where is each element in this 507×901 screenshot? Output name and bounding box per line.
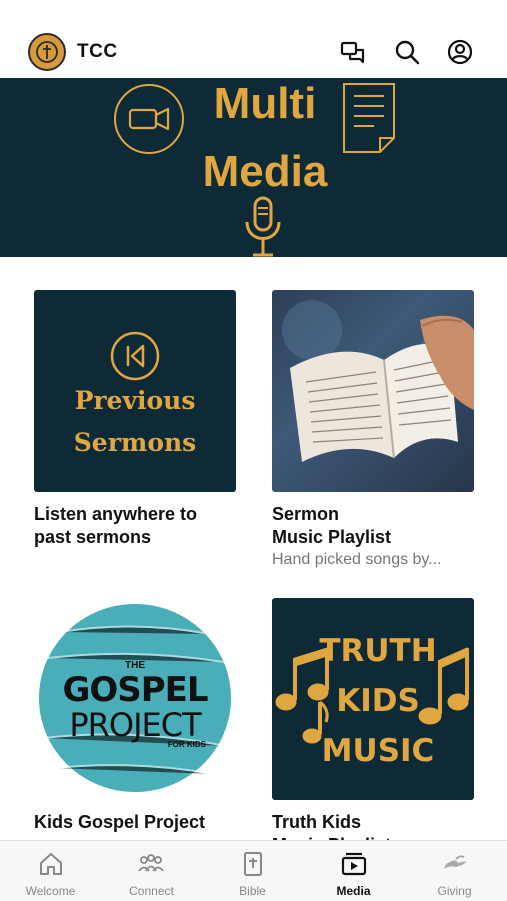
people-icon [138,854,164,872]
giving-icon [444,855,466,869]
sermon-music-playlist-card[interactable]: Sermon Music Playlist Hand picked songs … [272,290,474,571]
thumb-line1: TRUTH [319,633,437,669]
tab-connect[interactable]: Connect [101,841,202,901]
search-icon[interactable] [393,38,421,66]
banner-title-line1: Multi [213,79,317,128]
thumb-line1: Previous [74,386,196,415]
thumb-line2: KIDS [336,683,420,719]
app-header: TCC [0,0,507,78]
logo-line1: GOSPEL [62,670,208,710]
video-camera-icon [114,84,184,154]
cross-icon [36,41,58,63]
truth-kids-thumbnail: TRUTH KIDS MUSIC [272,598,474,800]
rewind-icon [110,331,160,381]
document-icon [343,83,395,153]
tab-media[interactable]: Media [303,841,404,901]
open-bible-image [282,300,474,462]
tab-welcome[interactable]: Welcome [0,841,101,901]
card-title: Listen anywhere to past sermons [34,504,198,547]
tab-giving[interactable]: Giving [404,841,505,901]
church-logo[interactable] [28,33,66,71]
bible-photo-thumbnail [272,290,474,492]
thumb-line2: Sermons [73,428,197,457]
tab-bible[interactable]: Bible [202,841,303,901]
multimedia-banner: Multi Media [0,78,507,257]
previous-sermons-text: Previous Sermons [34,380,236,464]
home-icon [40,853,62,875]
tab-label: Media [336,884,371,898]
title-line1: Truth Kids [272,812,361,832]
tab-label: Welcome [25,884,76,898]
profile-icon[interactable] [446,38,474,66]
previous-sermons-card[interactable]: Previous Sermons Listen anywhere to past… [34,290,236,549]
truth-kids-text: TRUTH KIDS MUSIC [312,626,444,776]
banner-title-line2: Media [202,147,328,196]
kids-gospel-project-card[interactable]: THE GOSPEL PROJECT FOR KIDS Kids Gospel … [34,598,236,834]
previous-sermons-thumbnail: Previous Sermons [34,290,236,492]
truth-kids-music-card[interactable]: TRUTH KIDS MUSIC Truth Kids Music Playli… [272,598,474,857]
media-icon [341,852,367,876]
tab-label: Giving [437,884,472,898]
card-title: Sermon Music Playlist [272,503,474,549]
card-subtitle: Hand picked songs by... [272,551,442,568]
card-title: Kids Gospel Project [34,812,206,832]
microphone-icon [245,196,281,257]
tab-label: Bible [239,884,266,898]
title-line1: Sermon [272,504,340,524]
bible-icon [244,852,262,876]
gospel-project-thumbnail: THE GOSPEL PROJECT FOR KIDS [34,598,236,800]
thumb-line3: MUSIC [321,733,435,769]
bottom-tab-bar: Welcome Connect Bible Media Giving [0,840,507,901]
app-title: TCC [77,41,118,62]
chat-icon[interactable] [339,38,367,66]
tab-label: Connect [129,884,174,898]
logo-kids: FOR KIDS [167,740,206,749]
logo-line2: PROJECT [69,706,201,744]
title-line2: Music Playlist [272,527,392,547]
